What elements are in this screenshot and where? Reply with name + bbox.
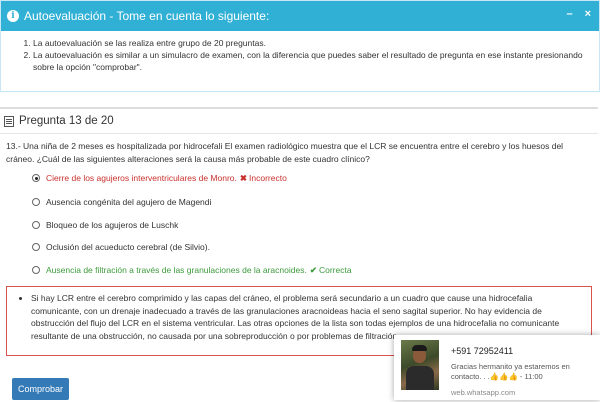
info-item: La autoevaluación es similar a un simula…: [33, 49, 599, 73]
answer-option-3[interactable]: Bloqueo de los agujeros de Luschk: [32, 219, 178, 231]
radio[interactable]: [32, 221, 40, 229]
minimize-icon[interactable]: –: [566, 8, 572, 20]
whatsapp-notification[interactable]: +591 72952411 Gracias hermanito ya estar…: [394, 335, 600, 400]
answer-option-4[interactable]: Oclusión del acueducto cerebral (de Silv…: [32, 241, 210, 253]
check-icon: ✔: [309, 264, 317, 275]
notification-phone: +591 72952411: [451, 346, 514, 356]
answer-option-2[interactable]: Ausencia congénita del agujero de Magend…: [32, 196, 211, 208]
radio[interactable]: [32, 243, 40, 251]
option-label[interactable]: Bloqueo de los agujeros de Luschk: [46, 220, 178, 230]
option-label[interactable]: Ausencia congénita del agujero de Magend…: [46, 197, 211, 207]
list-icon: [4, 115, 14, 127]
info-panel-title: Autoevaluación - Tome en cuenta lo sigui…: [24, 9, 270, 23]
answer-option-5[interactable]: Ausencia de filtración a través de las g…: [32, 264, 352, 276]
question-panel-header: Pregunta 13 de 20: [0, 109, 598, 134]
check-button[interactable]: Comprobar: [12, 378, 69, 400]
option-label[interactable]: Ausencia de filtración a través de las g…: [46, 265, 307, 275]
info-icon: i: [7, 10, 19, 22]
close-icon[interactable]: ×: [585, 8, 591, 20]
radio[interactable]: [32, 198, 40, 206]
info-list: La autoevaluación se las realiza entre g…: [1, 37, 599, 73]
info-panel: i Autoevaluación - Tome en cuenta lo sig…: [0, 0, 600, 92]
info-item: La autoevaluación se las realiza entre g…: [33, 37, 599, 49]
cross-icon: ✖: [239, 172, 247, 183]
answer-option-1[interactable]: Cierre de los agujeros interventriculare…: [32, 172, 287, 184]
notification-message: Gracias hermanito ya estaremos en contac…: [451, 362, 570, 381]
radio-selected[interactable]: [32, 174, 40, 182]
info-panel-header: i Autoevaluación - Tome en cuenta lo sig…: [1, 1, 599, 31]
question-text: 13.- Una niña de 2 meses es hospitalizad…: [6, 141, 564, 164]
correct-label: Correcta: [318, 265, 352, 275]
incorrect-label: Incorrecto: [249, 173, 287, 183]
radio[interactable]: [32, 266, 40, 274]
option-label[interactable]: Cierre de los agujeros interventriculare…: [46, 173, 237, 183]
avatar: [401, 340, 439, 390]
notification-source: web.whatsapp.com: [451, 388, 516, 397]
question-counter: Pregunta 13 de 20: [19, 115, 114, 127]
option-label[interactable]: Oclusión del acueducto cerebral (de Silv…: [46, 242, 210, 252]
